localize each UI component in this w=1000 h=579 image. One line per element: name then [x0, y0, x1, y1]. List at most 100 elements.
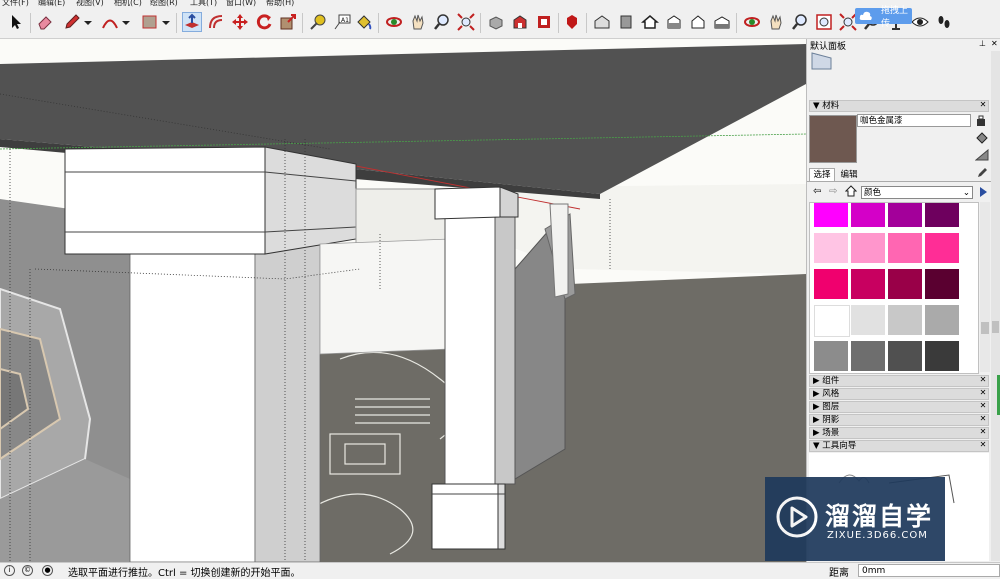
- tape-measure-icon[interactable]: [308, 12, 328, 32]
- credits-icon[interactable]: ©: [22, 565, 33, 576]
- sample-paint-icon[interactable]: [974, 148, 989, 161]
- close-icon[interactable]: ✕: [979, 376, 987, 384]
- back-arrow-icon[interactable]: ⇦: [813, 186, 821, 197]
- shadows-header[interactable]: ▶ 阴影 ✕: [809, 414, 989, 426]
- create-material-icon[interactable]: [975, 115, 987, 127]
- chevron-down-icon[interactable]: [82, 12, 94, 32]
- color-swatch[interactable]: [888, 233, 922, 263]
- menu-tools[interactable]: 工具(T): [190, 0, 217, 8]
- paint-bucket-icon[interactable]: [354, 12, 374, 32]
- close-icon[interactable]: ✕: [979, 402, 987, 410]
- materials-header[interactable]: ▼ 材料 ✕: [809, 100, 989, 112]
- color-swatch[interactable]: [888, 305, 922, 335]
- eraser-icon[interactable]: [35, 12, 55, 32]
- color-swatch[interactable]: [925, 233, 959, 263]
- instructor-header[interactable]: ▼ 工具向导 ✕: [809, 440, 989, 452]
- pencil-icon[interactable]: [62, 12, 82, 32]
- push-pull-icon[interactable]: [182, 12, 202, 32]
- color-swatch[interactable]: [851, 269, 885, 299]
- scale-icon[interactable]: [278, 12, 298, 32]
- color-swatch[interactable]: [851, 305, 885, 335]
- color-swatch[interactable]: [851, 341, 885, 371]
- close-icon[interactable]: ✕: [979, 101, 987, 109]
- zoom-icon[interactable]: [432, 12, 452, 32]
- color-swatch[interactable]: [925, 203, 959, 227]
- scrollbar-thumb[interactable]: [981, 322, 989, 334]
- menu-file[interactable]: 文件(F): [2, 0, 29, 8]
- layers-header[interactable]: ▶ 图层 ✕: [809, 401, 989, 413]
- color-swatch[interactable]: [925, 269, 959, 299]
- eyedropper-icon[interactable]: [977, 166, 989, 178]
- left-view-icon[interactable]: [712, 12, 732, 32]
- rotate-icon[interactable]: [254, 12, 274, 32]
- offset-icon[interactable]: [206, 12, 226, 32]
- scenes-header[interactable]: ▶ 场景 ✕: [809, 427, 989, 439]
- zoom-window-icon[interactable]: [790, 12, 810, 32]
- color-swatch[interactable]: [888, 269, 922, 299]
- color-swatch[interactable]: [925, 341, 959, 371]
- home-icon[interactable]: [844, 185, 858, 197]
- user-account-icon[interactable]: ●: [42, 565, 53, 576]
- move-icon[interactable]: [230, 12, 250, 32]
- close-icon[interactable]: ✕: [979, 441, 987, 449]
- menu-edit[interactable]: 编辑(E): [38, 0, 65, 8]
- paint-bucket-icon[interactable]: [975, 131, 989, 145]
- pan-icon[interactable]: [408, 12, 428, 32]
- tab-select[interactable]: 选择: [809, 168, 835, 182]
- panel-scrollbar-thumb[interactable]: [992, 321, 999, 333]
- menu-help[interactable]: 帮助(H): [266, 0, 294, 8]
- close-icon[interactable]: ✕: [979, 415, 987, 423]
- geo-location-icon[interactable]: i: [4, 565, 15, 576]
- previous-view-icon[interactable]: [814, 12, 834, 32]
- components-header[interactable]: ▶ 组件 ✕: [809, 375, 989, 387]
- warehouse-icon[interactable]: [510, 12, 530, 32]
- rectangle-icon[interactable]: [140, 12, 160, 32]
- menu-camera[interactable]: 相机(C): [114, 0, 142, 8]
- color-swatch[interactable]: [814, 269, 848, 299]
- color-swatch[interactable]: [888, 341, 922, 371]
- chevron-down-icon[interactable]: [120, 12, 132, 32]
- text-label-icon[interactable]: A1: [332, 12, 352, 32]
- eye-icon[interactable]: [910, 12, 930, 32]
- styles-header[interactable]: ▶ 风格 ✕: [809, 388, 989, 400]
- model-viewport[interactable]: [0, 39, 806, 562]
- arc-icon[interactable]: [100, 12, 120, 32]
- forward-arrow-icon[interactable]: ⇨: [829, 186, 837, 197]
- color-swatch[interactable]: [925, 305, 959, 335]
- color-swatch[interactable]: [814, 203, 848, 227]
- front-view-icon[interactable]: [616, 12, 636, 32]
- back-view-icon[interactable]: [688, 12, 708, 32]
- menu-view[interactable]: 视图(V): [76, 0, 104, 8]
- orbit-icon[interactable]: [384, 12, 404, 32]
- color-swatch[interactable]: [888, 203, 922, 227]
- chevron-down-icon[interactable]: [160, 12, 172, 32]
- color-swatch[interactable]: [814, 305, 850, 337]
- footprints-icon[interactable]: [934, 12, 954, 32]
- tab-edit[interactable]: 编辑: [837, 169, 861, 181]
- select-icon[interactable]: [6, 12, 26, 32]
- components-icon[interactable]: [486, 12, 506, 32]
- material-name-field[interactable]: 咖色金属漆: [857, 114, 971, 127]
- color-swatch[interactable]: [851, 203, 885, 227]
- look-around-icon[interactable]: [766, 12, 786, 32]
- iso-view-icon[interactable]: [592, 12, 612, 32]
- library-select[interactable]: 颜色 ⌄: [861, 186, 973, 199]
- pin-icon[interactable]: ⊥: [979, 39, 986, 48]
- close-icon[interactable]: ✕: [979, 428, 987, 436]
- close-icon[interactable]: ✕: [991, 39, 998, 48]
- panel-scrollbar[interactable]: [991, 51, 1000, 561]
- right-view-icon[interactable]: [664, 12, 684, 32]
- color-swatch[interactable]: [851, 233, 885, 263]
- upload-button[interactable]: 拖拽上传: [855, 6, 912, 29]
- color-swatch[interactable]: [814, 341, 848, 371]
- ruby-icon[interactable]: [562, 12, 582, 32]
- measurements-input[interactable]: 0mm: [858, 564, 1000, 577]
- menu-window[interactable]: 窗口(W): [226, 0, 256, 8]
- extension-icon[interactable]: [534, 12, 554, 32]
- menu-draw[interactable]: 绘图(R): [150, 0, 178, 8]
- walk-icon[interactable]: [742, 12, 762, 32]
- zoom-extents-icon[interactable]: [456, 12, 476, 32]
- details-arrow-icon[interactable]: [977, 186, 989, 198]
- close-icon[interactable]: ✕: [979, 389, 987, 397]
- swatch-scrollbar[interactable]: [980, 202, 990, 372]
